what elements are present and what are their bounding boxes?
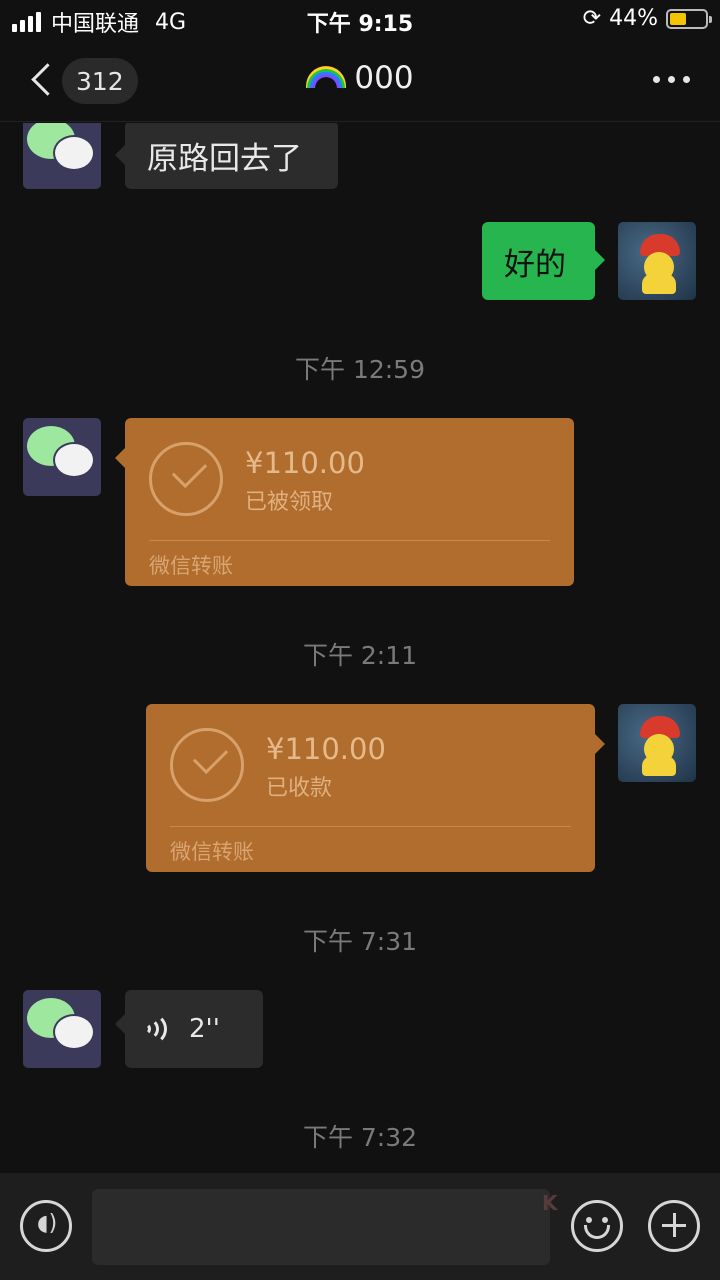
timestamp: 下午 2:11	[302, 641, 418, 670]
check-circle-icon	[149, 442, 223, 516]
voice-duration: 2''	[189, 1014, 220, 1044]
timestamp: 下午 12:59	[295, 355, 425, 384]
watermark-logo: K	[542, 1191, 558, 1215]
add-icon[interactable]	[648, 1200, 700, 1252]
emoji-icon[interactable]	[571, 1200, 623, 1252]
message-text: 原路回去了	[147, 140, 302, 177]
transfer-status: 已收款	[266, 776, 333, 801]
chat-title: 000	[0, 60, 720, 96]
status-bar: 中国联通 4G 下午 9:15 ⟳ 44%	[0, 0, 720, 40]
transfer-amount: ¥110.00	[266, 732, 386, 766]
message-bubble-received[interactable]: 原路回去了	[115, 123, 338, 189]
message-input[interactable]	[92, 1189, 550, 1265]
transfer-label: 微信转账	[170, 840, 254, 864]
contact-avatar[interactable]	[23, 123, 101, 189]
rotation-lock-icon: ⟳	[582, 6, 602, 31]
battery-icon	[666, 8, 712, 29]
check-circle-icon	[170, 728, 244, 802]
timestamp: 下午 7:31	[302, 927, 418, 956]
voice-wave-icon	[147, 1013, 171, 1045]
timestamp: 下午 7:32	[302, 1123, 418, 1152]
input-bar: ◖) K	[0, 1173, 720, 1280]
divider	[149, 540, 550, 541]
chat-header: 312 000	[0, 40, 720, 122]
contact-avatar[interactable]	[23, 418, 101, 496]
my-avatar[interactable]	[618, 704, 696, 782]
transfer-card[interactable]: ¥110.00 已收款 微信转账	[146, 704, 605, 872]
transfer-amount: ¥110.00	[245, 446, 365, 480]
voice-message-bubble[interactable]: 2''	[115, 990, 263, 1068]
my-avatar[interactable]	[618, 222, 696, 300]
transfer-label: 微信转账	[149, 554, 233, 578]
transfer-card[interactable]: ¥110.00 已被领取 微信转账	[115, 418, 574, 586]
chat-title-text: 000	[354, 60, 414, 96]
message-bubble-sent[interactable]: 好的	[482, 222, 605, 300]
chat-history[interactable]: 原路回去了 好的 下午 12:59 ¥110.00 已被领取 微信转账 下午 2…	[0, 123, 720, 1173]
rainbow-icon	[306, 65, 347, 88]
contact-avatar[interactable]	[23, 990, 101, 1068]
voice-input-icon[interactable]: ◖)	[20, 1200, 72, 1252]
message-text: 好的	[504, 246, 566, 283]
more-options-icon[interactable]	[653, 76, 690, 83]
battery-percent: 44%	[609, 6, 658, 31]
divider	[170, 826, 571, 827]
transfer-status: 已被领取	[245, 490, 334, 515]
